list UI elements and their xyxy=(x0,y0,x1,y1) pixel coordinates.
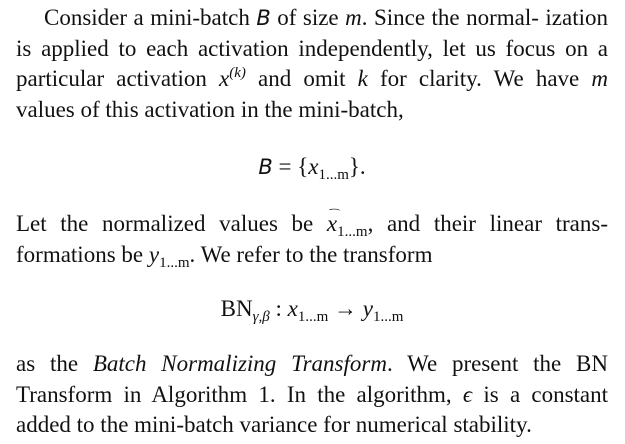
paper-text-block: Consider a mini-batch B of size m. Since… xyxy=(16,3,608,441)
math-m: m xyxy=(345,5,362,30)
math-subscript: 1...m xyxy=(297,309,329,325)
math-subscript-gamma-beta: γ,β xyxy=(252,309,270,325)
math-subscript: 1...m xyxy=(337,224,368,240)
text: added to the mini-batch variance for num… xyxy=(16,412,532,437)
text: Let the normalized values be xyxy=(16,211,327,236)
text: formations be xyxy=(16,241,149,267)
text: Transform in Algorithm 1. In the algorit… xyxy=(16,381,463,407)
math-subscript: 1...m xyxy=(318,167,349,183)
text: . Since the normal- xyxy=(361,5,539,30)
equation-minibatch-set: B = {x1...m}. xyxy=(16,152,608,183)
math-m: m xyxy=(591,66,608,91)
math-y: y xyxy=(362,296,373,321)
paragraph-normalized-values: Let the normalized values be x1...m, and… xyxy=(16,209,608,270)
paragraph-bn-transform-description: as the Batch Normalizing Transform. We p… xyxy=(16,349,608,441)
text: We have xyxy=(493,66,592,91)
text: of size xyxy=(270,5,346,30)
math-BN: BN xyxy=(220,296,253,321)
math-equals-brace: = { xyxy=(272,154,309,179)
math-y: y xyxy=(148,241,160,267)
math-calligraphic-B: B xyxy=(258,155,273,179)
text: , and their linear trans- xyxy=(367,211,608,236)
text: and omit xyxy=(245,66,358,91)
text: for clarity. xyxy=(367,66,482,91)
equation-bn-transform: BNγ,β : x1...m → y1...m xyxy=(16,294,608,325)
text: is a constant xyxy=(472,381,609,407)
math-x: x xyxy=(219,66,230,91)
math-arrow: → xyxy=(328,296,363,321)
math-x: x xyxy=(287,296,298,321)
text: as the xyxy=(16,351,93,376)
math-x: x xyxy=(308,154,319,179)
text: Consider a mini-batch xyxy=(44,5,257,30)
text: values of this activation in the mini-ba… xyxy=(16,96,404,122)
math-x-hat: x xyxy=(327,209,337,240)
math-epsilon: ϵ xyxy=(462,381,473,407)
math-colon: : xyxy=(269,296,288,321)
text: . We present the BN xyxy=(386,351,608,376)
math-superscript-k: (k) xyxy=(229,65,246,81)
math-calligraphic-B: B xyxy=(256,6,271,30)
emphasis-batch-normalizing-transform: Batch Normalizing Transform xyxy=(92,351,387,376)
paragraph-minibatch-definition: Consider a mini-batch B of size m. Since… xyxy=(16,3,608,125)
math-close-brace: }. xyxy=(348,154,366,179)
math-subscript: 1...m xyxy=(372,309,404,325)
text: . We refer to the transform xyxy=(189,241,433,267)
math-subscript: 1...m xyxy=(159,254,190,271)
math-k: k xyxy=(357,66,368,91)
